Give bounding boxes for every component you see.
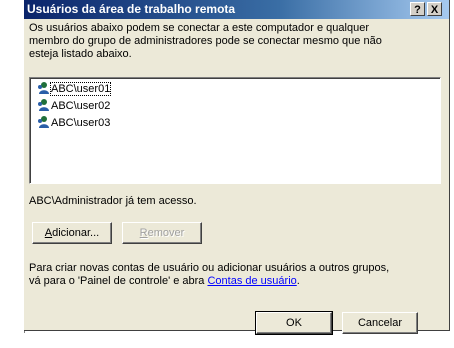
user-icon — [36, 98, 50, 112]
close-button[interactable]: X — [427, 2, 442, 16]
admin-access-note: ABC\Administrador já tem acesso. — [29, 195, 197, 207]
list-item[interactable]: ABC\user02 — [36, 98, 112, 114]
user-icon — [36, 81, 50, 95]
user-name: ABC\user01 — [49, 82, 112, 96]
add-button[interactable]: Adicionar... — [32, 222, 112, 244]
user-name: ABC\user03 — [51, 117, 111, 129]
list-item[interactable]: ABC\user03 — [36, 115, 112, 131]
remove-button[interactable]: Remover — [122, 222, 202, 244]
description-text: Os usuários abaixo podem se conectar a e… — [29, 22, 382, 60]
users-listbox[interactable]: ABC\user01 ABC\user02 ABC\user03 — [29, 77, 441, 184]
window-title: Usuários da área de trabalho remota — [27, 2, 236, 16]
remove-button-label: emover — [147, 227, 185, 239]
title-bar[interactable]: Usuários da área de trabalho remota ? X — [24, 0, 449, 19]
help-button[interactable]: ? — [410, 2, 425, 16]
add-button-label: dicionar... — [52, 227, 100, 239]
background-window-edge — [0, 283, 25, 333]
remote-desktop-users-dialog: Usuários da área de trabalho remota ? X … — [24, 0, 450, 335]
cancel-button[interactable]: Cancelar — [342, 312, 418, 334]
remove-accelerator: R — [139, 227, 148, 239]
user-name: ABC\user02 — [51, 100, 111, 112]
footer-text-after: . — [296, 275, 300, 287]
user-accounts-link[interactable]: Contas de usuário — [207, 275, 296, 287]
ok-button[interactable]: OK — [255, 311, 333, 335]
user-icon — [36, 115, 50, 129]
footer-text: Para criar novas contas de usuário ou ad… — [29, 262, 447, 288]
list-item[interactable]: ABC\user01 — [36, 81, 112, 97]
